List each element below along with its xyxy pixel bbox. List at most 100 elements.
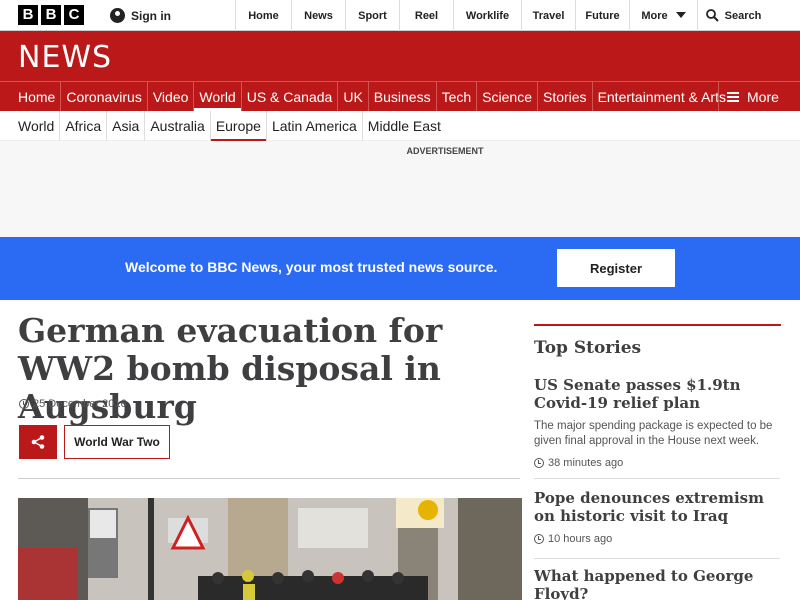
sub-nav-middle-east[interactable]: Middle East <box>363 111 446 141</box>
bbc-logo[interactable]: B B C <box>18 5 84 25</box>
section-nav-tech[interactable]: Tech <box>437 82 478 111</box>
sub-nav-label: Europe <box>215 118 261 134</box>
sub-nav: World Africa Asia Australia Europe Latin… <box>0 111 800 142</box>
top-story-headline[interactable]: What happened to George Floyd? <box>534 567 780 600</box>
global-nav-label: Travel <box>532 9 565 22</box>
global-nav-reel[interactable]: Reel <box>399 0 453 31</box>
global-nav-label: News <box>304 9 333 22</box>
section-nav-label: Stories <box>542 88 587 105</box>
section-nav-science[interactable]: Science <box>477 82 538 111</box>
top-story-item[interactable]: US Senate passes $1.9tn Covid-19 relief … <box>534 376 780 469</box>
global-nav: Home News Sport Reel Worklife Travel Fut… <box>235 0 769 31</box>
section-nav-video[interactable]: Video <box>148 82 195 111</box>
top-story-summary: The major spending package is expected t… <box>534 420 773 447</box>
global-nav-label: More <box>641 9 668 22</box>
top-story-meta: 10 hours ago <box>534 533 780 545</box>
logo-letter-b1: B <box>18 5 38 25</box>
clock-icon <box>534 534 544 544</box>
sub-nav-latin-america[interactable]: Latin America <box>267 111 363 141</box>
global-nav-sport[interactable]: Sport <box>345 0 399 31</box>
section-nav-label: US & Canada <box>246 88 333 105</box>
welcome-banner: Welcome to BBC News, your most trusted n… <box>0 237 800 300</box>
welcome-text: Welcome to BBC News, your most trusted n… <box>125 259 498 275</box>
sub-nav-africa[interactable]: Africa <box>60 111 108 141</box>
global-nav-label: Sport <box>358 9 387 22</box>
logo-letter-c: C <box>64 5 84 25</box>
top-story-item[interactable]: Pope denounces extremism on historic vis… <box>534 489 780 545</box>
top-story-time: 38 minutes ago <box>548 457 624 469</box>
top-stories-title: Top Stories <box>534 338 642 358</box>
divider <box>18 478 520 479</box>
section-nav: Home Coronavirus Video World US & Canada… <box>0 81 800 111</box>
sub-nav-europe[interactable]: Europe <box>210 111 267 142</box>
global-nav-label: Worklife <box>465 9 510 22</box>
divider <box>534 478 780 479</box>
article-date: 25 December 2016 <box>19 398 127 410</box>
top-story-time: 10 hours ago <box>548 533 613 545</box>
global-nav-more[interactable]: More <box>629 0 697 31</box>
register-button[interactable]: Register <box>557 249 675 287</box>
global-nav-label: Search <box>724 9 762 22</box>
section-nav-us-canada[interactable]: US & Canada <box>242 82 339 111</box>
share-icon <box>31 435 45 449</box>
signin-link[interactable]: Sign in <box>110 0 171 31</box>
global-nav-future[interactable]: Future <box>575 0 629 31</box>
global-nav-label: Future <box>585 9 620 22</box>
top-story-headline[interactable]: US Senate passes $1.9tn Covid-19 relief … <box>534 376 780 412</box>
section-nav-home[interactable]: Home <box>13 82 62 111</box>
global-nav-worklife[interactable]: Worklife <box>453 0 521 31</box>
sub-nav-label: World <box>18 118 55 134</box>
sub-nav-label: Asia <box>112 118 140 134</box>
global-nav-home[interactable]: Home <box>235 0 291 31</box>
news-masthead: NEWS <box>0 31 800 81</box>
user-icon <box>110 8 125 23</box>
section-nav-label: Home <box>18 88 56 105</box>
section-nav-world[interactable]: World <box>194 82 242 111</box>
global-nav-label: Home <box>248 9 279 22</box>
section-nav-label: Business <box>373 88 431 105</box>
ad-label: ADVERTISEMENT <box>406 146 484 156</box>
section-nav-entertainment-arts[interactable]: Entertainment & Arts <box>593 82 731 111</box>
sub-nav-label: Middle East <box>367 118 441 134</box>
sub-nav-label: Latin America <box>271 118 357 134</box>
search-icon <box>705 9 719 22</box>
section-more-label: More <box>747 88 779 105</box>
top-story-headline[interactable]: Pope denounces extremism on historic vis… <box>534 489 780 525</box>
ad-slot: ADVERTISEMENT <box>0 141 800 237</box>
clock-icon <box>19 399 29 409</box>
section-nav-stories[interactable]: Stories <box>538 82 593 111</box>
news-logo[interactable]: NEWS <box>18 40 112 75</box>
sub-nav-asia[interactable]: Asia <box>107 111 146 141</box>
global-nav-label: Reel <box>414 9 439 22</box>
signin-label: Sign in <box>131 8 171 23</box>
sub-nav-world[interactable]: World <box>13 111 61 141</box>
top-story-meta: 38 minutes ago <box>534 457 780 469</box>
top-story-item[interactable]: What happened to George Floyd? <box>534 567 780 600</box>
logo-letter-b2: B <box>41 5 61 25</box>
section-nav-label: Tech <box>441 88 472 105</box>
sub-nav-label: Africa <box>65 118 102 134</box>
clock-icon <box>534 458 544 468</box>
section-nav-label: Entertainment & Arts <box>597 88 726 105</box>
section-more-button[interactable]: More <box>718 82 800 111</box>
section-nav-label: Video <box>152 88 189 105</box>
menu-icon <box>727 91 739 102</box>
street-scene-image <box>18 498 522 600</box>
section-nav-business[interactable]: Business <box>369 82 437 111</box>
caret-down-icon <box>675 12 686 18</box>
global-header: B B C Sign in Home News Sport Reel Workl… <box>0 0 800 31</box>
topic-tag[interactable]: World War Two <box>64 425 170 459</box>
section-nav-label: Science <box>482 88 532 105</box>
section-nav-coronavirus[interactable]: Coronavirus <box>61 82 148 111</box>
section-nav-label: World <box>199 88 236 105</box>
sub-nav-label: Australia <box>150 118 205 134</box>
article-photo <box>18 498 522 600</box>
global-search-button[interactable]: Search <box>697 0 769 31</box>
global-nav-news[interactable]: News <box>291 0 345 31</box>
top-stories-rule <box>534 324 781 326</box>
divider <box>534 558 780 559</box>
section-nav-uk[interactable]: UK <box>338 82 369 111</box>
global-nav-travel[interactable]: Travel <box>521 0 575 31</box>
share-button[interactable] <box>19 425 57 459</box>
sub-nav-australia[interactable]: Australia <box>145 111 211 141</box>
